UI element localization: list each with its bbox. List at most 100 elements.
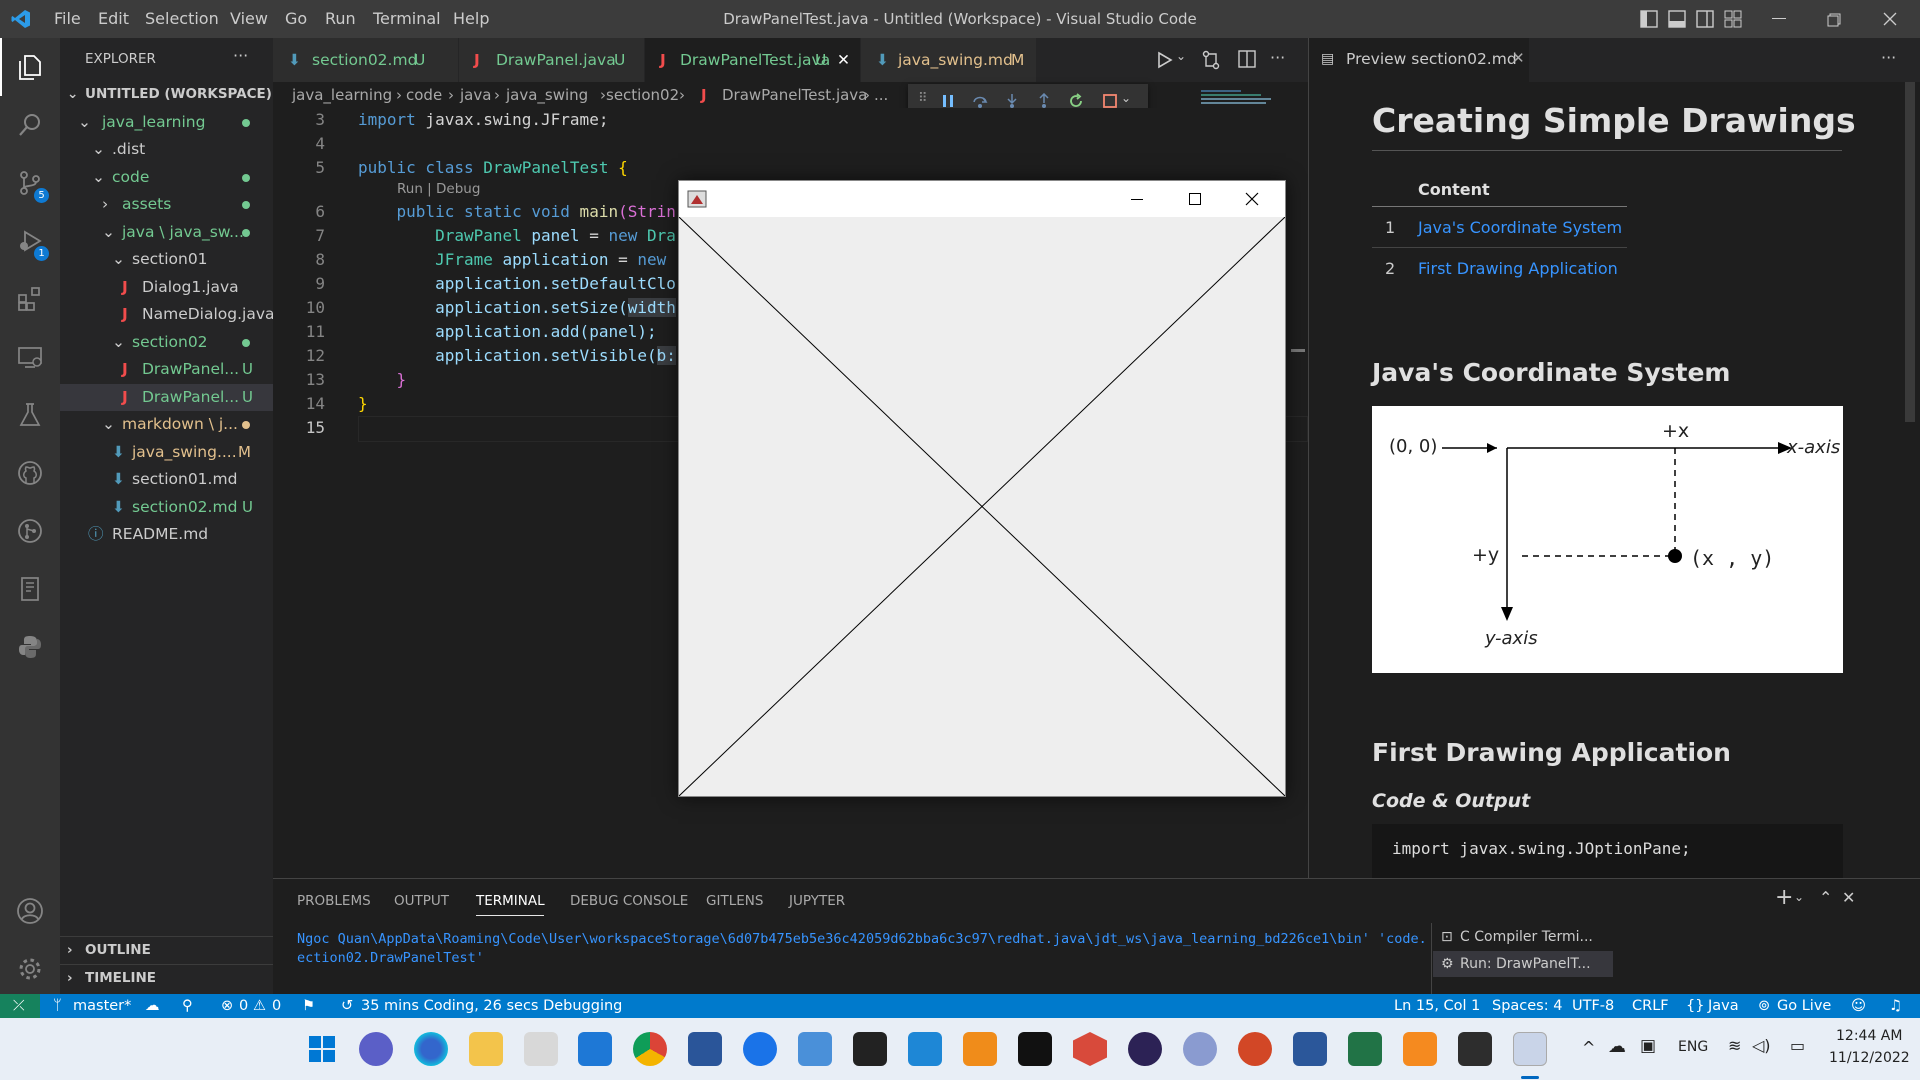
- errors-icon[interactable]: ⊗: [221, 994, 233, 1018]
- feedback-icon[interactable]: ☺: [1851, 994, 1866, 1018]
- timeline-section[interactable]: › TIMELINE: [60, 965, 273, 992]
- panel-tab-output[interactable]: OUTPUT: [394, 893, 449, 909]
- jframe-titlebar[interactable]: [679, 181, 1285, 217]
- folder-section01[interactable]: ⌄ section01: [60, 246, 273, 273]
- editor-more-icon[interactable]: ···: [1270, 48, 1285, 67]
- wifi-icon[interactable]: ≋: [1728, 1036, 1741, 1055]
- jframe-window[interactable]: [678, 180, 1286, 797]
- toc-link-first-drawing[interactable]: First Drawing Application: [1418, 259, 1618, 278]
- explorer-more-button[interactable]: ···: [233, 46, 248, 65]
- status-errors[interactable]: 0: [239, 994, 248, 1018]
- drag-handle-icon[interactable]: ⠿: [918, 91, 928, 106]
- toggle-sidebar-icon[interactable]: [1640, 10, 1658, 28]
- minimap[interactable]: [1201, 88, 1286, 118]
- status-golive[interactable]: Go Live: [1777, 994, 1831, 1018]
- chrome-icon[interactable]: [633, 1032, 667, 1066]
- battery-icon[interactable]: ▭: [1790, 1036, 1805, 1055]
- panel-tab-gitlens[interactable]: GITLENS: [706, 893, 763, 909]
- branch-icon[interactable]: ᛘ: [53, 994, 62, 1018]
- explorer-icon[interactable]: [0, 38, 60, 96]
- clock-time[interactable]: 12:44 AM: [1836, 1028, 1902, 1044]
- show-hidden-icons[interactable]: ^: [1582, 1038, 1595, 1057]
- file-dialog1[interactable]: J Dialog1.java: [60, 274, 273, 301]
- terminal-list-run[interactable]: ⚙ Run: DrawPanelT...: [1433, 951, 1613, 977]
- file-drawpanel[interactable]: J DrawPanel... U: [60, 356, 273, 383]
- folder-markdown[interactable]: ⌄ markdown \ j...: [60, 411, 273, 438]
- stop-icon[interactable]: [1102, 93, 1118, 109]
- preview-more-icon[interactable]: ···: [1881, 48, 1896, 67]
- sticky-notes-icon[interactable]: [853, 1032, 887, 1066]
- java-taskbar-icon[interactable]: [1513, 1032, 1547, 1066]
- r-icon[interactable]: [1183, 1032, 1217, 1066]
- intellij-icon[interactable]: [1018, 1032, 1052, 1066]
- status-encoding[interactable]: UTF-8: [1572, 994, 1614, 1018]
- run-dropdown-icon[interactable]: ⌄: [1176, 49, 1186, 63]
- menu-go[interactable]: Go: [285, 0, 307, 38]
- vscode-taskbar-icon[interactable]: [908, 1032, 942, 1066]
- folder-java-swing[interactable]: ⌄ java \ java_sw...: [60, 219, 273, 246]
- app-hex-icon[interactable]: [1073, 1032, 1107, 1066]
- split-editor-icon[interactable]: [1238, 50, 1256, 68]
- step-over-icon[interactable]: [972, 93, 988, 109]
- github-icon[interactable]: [0, 444, 60, 502]
- outline-section[interactable]: › OUTLINE: [60, 937, 273, 964]
- powerpoint-icon[interactable]: [1238, 1032, 1272, 1066]
- menu-view[interactable]: View: [230, 0, 268, 38]
- notebook-icon[interactable]: [0, 560, 60, 618]
- onedrive-icon[interactable]: ☁: [1608, 1036, 1626, 1057]
- toggle-secondary-sidebar-icon[interactable]: [1696, 10, 1714, 28]
- jframe-minimize-icon[interactable]: [1131, 199, 1143, 200]
- menu-selection[interactable]: Selection: [145, 0, 219, 38]
- menu-edit[interactable]: Edit: [98, 0, 129, 38]
- panel-tab-problems[interactable]: PROBLEMS: [297, 893, 371, 909]
- manage-gear-icon[interactable]: [0, 940, 60, 998]
- tab-preview-section02[interactable]: ▤ Preview section02.md ✕: [1309, 38, 1529, 82]
- maps-icon[interactable]: [743, 1032, 777, 1066]
- extensions-icon[interactable]: [0, 270, 60, 328]
- terminal-list-c-compiler[interactable]: ⊡ C Compiler Termi...: [1433, 924, 1613, 950]
- notifications-bell-icon[interactable]: ♫: [1889, 994, 1902, 1018]
- close-panel-icon[interactable]: ✕: [1842, 888, 1855, 907]
- status-coding-time[interactable]: 35 mins Coding, 26 secs Debugging: [361, 994, 622, 1018]
- menu-file[interactable]: File: [54, 0, 81, 38]
- eclipse-icon[interactable]: [1128, 1032, 1162, 1066]
- restart-icon[interactable]: [1068, 93, 1084, 109]
- snipping-icon[interactable]: [688, 1032, 722, 1066]
- menu-run[interactable]: Run: [325, 0, 356, 38]
- file-section02-md[interactable]: ⬇ section02.md U: [60, 494, 273, 521]
- folder-section02[interactable]: ⌄ section02: [60, 329, 273, 356]
- preview-scrollbar[interactable]: [1905, 82, 1915, 422]
- edge-icon[interactable]: [414, 1032, 448, 1066]
- file-java-swing-md[interactable]: ⬇ java_swing.... M: [60, 439, 273, 466]
- word-icon[interactable]: [1293, 1032, 1327, 1066]
- sublime-icon[interactable]: [963, 1032, 997, 1066]
- start-icon[interactable]: [305, 1032, 339, 1066]
- toggle-panel-icon[interactable]: [1668, 10, 1686, 28]
- status-position[interactable]: Ln 15, Col 1: [1394, 994, 1480, 1018]
- tab-section02-md[interactable]: ⬇ section02.md U: [273, 38, 458, 82]
- restore-icon[interactable]: [1827, 13, 1841, 27]
- excel-icon[interactable]: [1348, 1032, 1382, 1066]
- status-language[interactable]: Java: [1708, 994, 1739, 1018]
- folder-dist[interactable]: ⌄ .dist: [60, 136, 273, 163]
- warnings-icon[interactable]: ⚠: [253, 994, 266, 1018]
- foxit-icon[interactable]: [1403, 1032, 1437, 1066]
- maximize-panel-icon[interactable]: ⌃: [1819, 888, 1832, 907]
- folder-assets[interactable]: › assets: [60, 191, 273, 218]
- status-eol[interactable]: CRLF: [1632, 994, 1669, 1018]
- compare-changes-icon[interactable]: [1201, 50, 1221, 70]
- file-namedialog[interactable]: J NameDialog.java: [60, 301, 273, 328]
- remote-indicator[interactable]: ⤫: [0, 994, 40, 1018]
- panel-tab-jupyter[interactable]: JUPYTER: [789, 893, 845, 909]
- gitlens-icon[interactable]: [0, 502, 60, 560]
- panel-tab-terminal[interactable]: TERMINAL: [476, 893, 545, 909]
- search-icon[interactable]: [0, 96, 60, 154]
- file-readme[interactable]: ⓘ README.md: [60, 521, 273, 548]
- run-file-icon[interactable]: [1156, 50, 1174, 70]
- file-section01-md[interactable]: ⬇ section01.md: [60, 466, 273, 493]
- testing-icon[interactable]: [0, 386, 60, 444]
- tools-icon[interactable]: [524, 1032, 558, 1066]
- status-warnings[interactable]: 0: [272, 994, 281, 1018]
- teams-chat-icon[interactable]: [359, 1032, 393, 1066]
- minimize-icon[interactable]: [1772, 18, 1786, 19]
